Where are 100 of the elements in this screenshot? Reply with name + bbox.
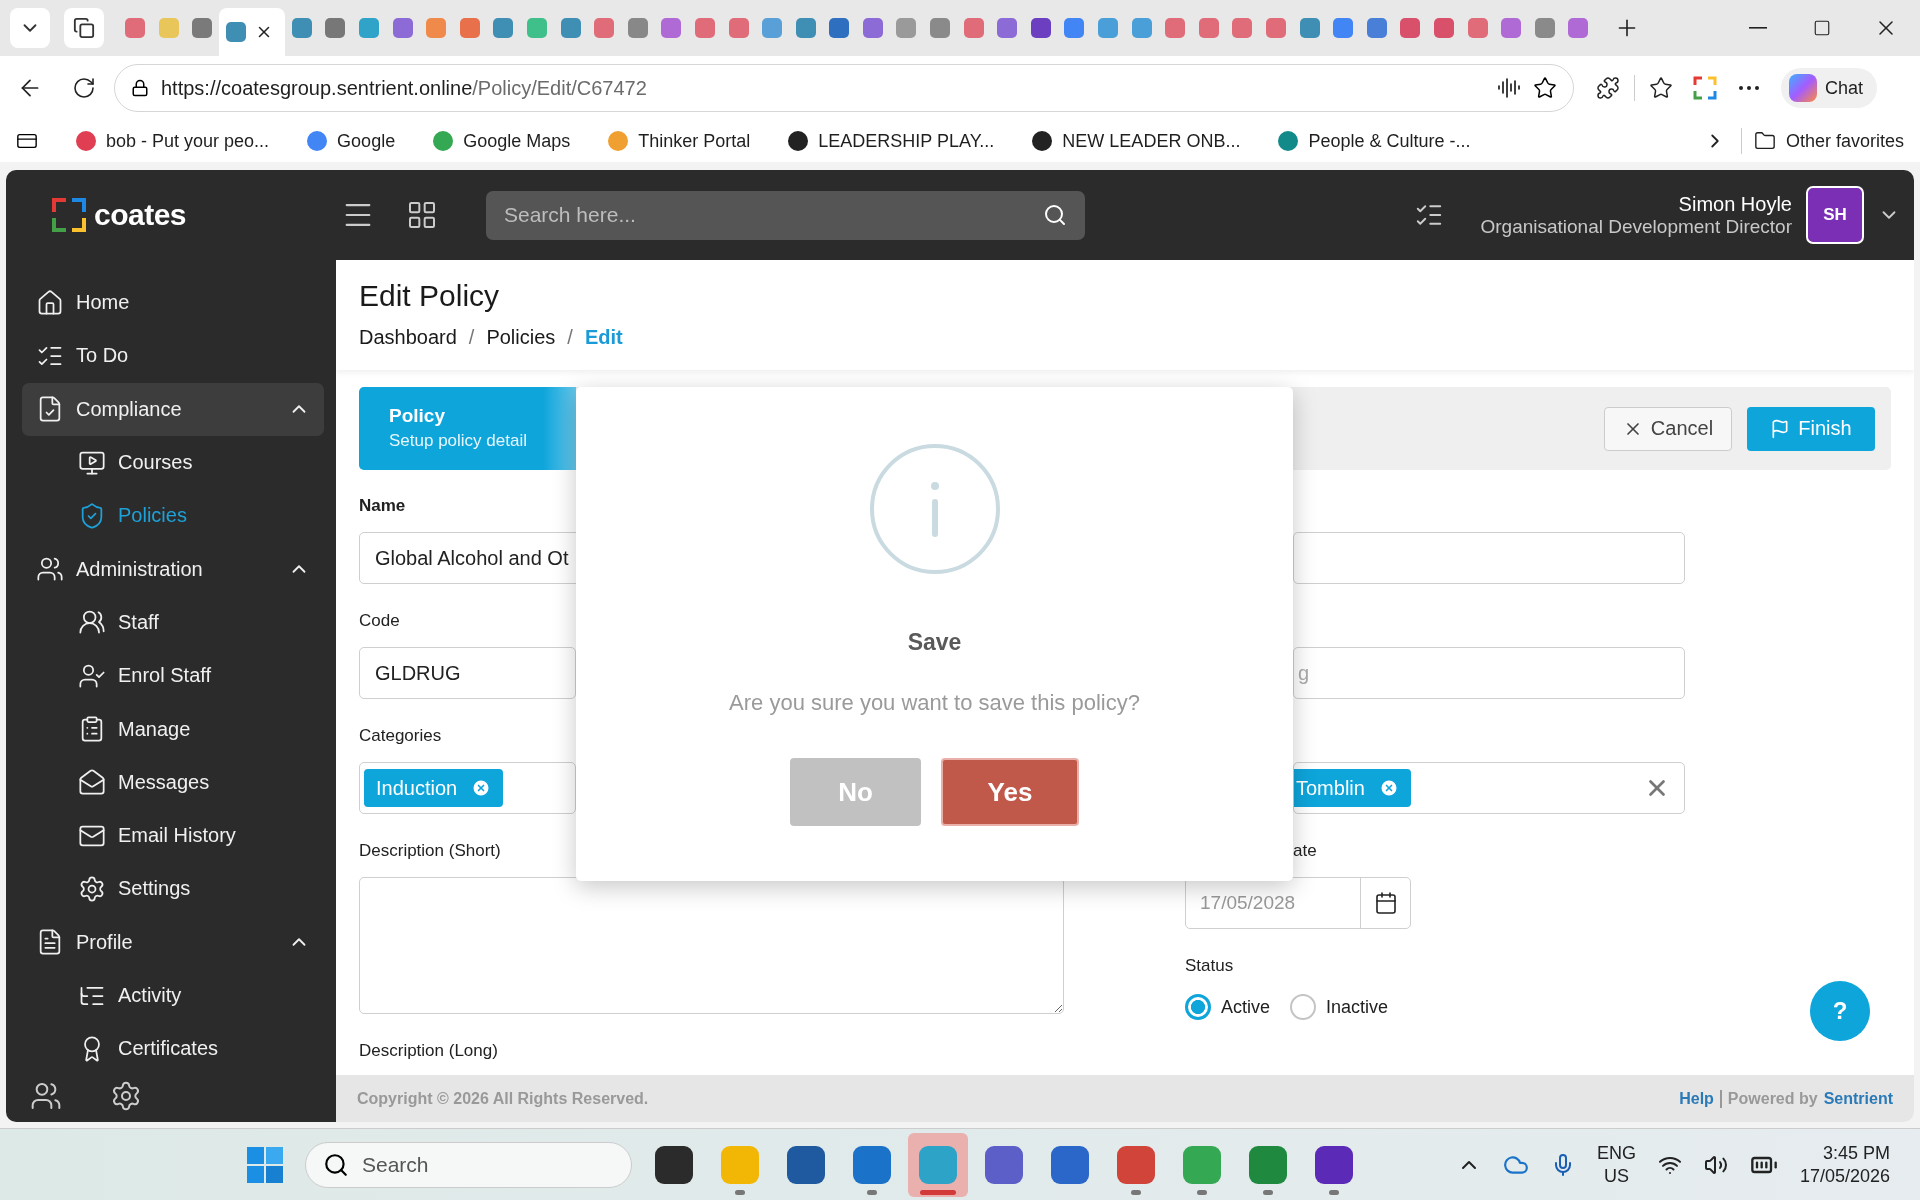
- read-aloud-icon[interactable]: [1497, 76, 1521, 100]
- cancel-button[interactable]: Cancel: [1604, 406, 1732, 451]
- radio-option[interactable]: Active: [1185, 994, 1271, 1020]
- chat-button[interactable]: Chat: [1781, 68, 1878, 108]
- browser-tab[interactable]: [218, 8, 285, 56]
- user-name: Simon Hoyle: [1678, 192, 1792, 216]
- field-label: Description (Short): [359, 841, 501, 861]
- sidebar-item[interactable]: Administration: [22, 542, 324, 596]
- date-field[interactable]: 17/05/2028: [1185, 877, 1411, 929]
- home-icon: [36, 288, 64, 317]
- logo-icon: [52, 198, 86, 232]
- running-indicator: [920, 1189, 956, 1195]
- star-icon[interactable]: [1533, 76, 1557, 100]
- grid-icon: [406, 199, 438, 231]
- tag-chip: Induction: [364, 769, 504, 807]
- running-indicator: [867, 1189, 877, 1195]
- bookmark[interactable]: LEADERSHIP PLAY...: [780, 126, 1003, 156]
- bookmark[interactable]: NEW LEADER ONB...: [1024, 126, 1249, 156]
- sidebar-item[interactable]: Messages: [22, 755, 324, 809]
- field-label: Code: [359, 611, 400, 631]
- tab-actions-button[interactable]: [10, 8, 50, 48]
- sidebar-item[interactable]: Staff: [22, 595, 324, 650]
- bookmark[interactable]: People & Culture -...: [1270, 126, 1479, 156]
- input-field[interactable]: GLDRUG: [359, 647, 576, 699]
- sidebar-item[interactable]: Activity: [22, 968, 324, 1023]
- field-label: Description (Long): [359, 1041, 498, 1061]
- sidebar-item[interactable]: Compliance: [22, 382, 324, 436]
- field-label: ate: [1293, 841, 1317, 861]
- workspaces-button[interactable]: [64, 8, 104, 48]
- collections-icon: [1692, 75, 1718, 101]
- tag-chip: Tomblin: [1294, 769, 1411, 807]
- address-bar[interactable]: https://coatesgroup.sentrient.online/Policy/Edit/C67472: [114, 64, 1574, 112]
- radio-icon[interactable]: [1290, 994, 1317, 1020]
- sidebar-item[interactable]: Certificates: [22, 1022, 324, 1076]
- sidebar-item[interactable]: Email History: [22, 808, 324, 863]
- breadcrumb-link[interactable]: Dashboard: [359, 326, 457, 349]
- sidebar-item[interactable]: Settings: [22, 862, 324, 916]
- radio-option[interactable]: Inactive: [1290, 994, 1389, 1020]
- user-role: Organisational Development Director: [1480, 215, 1792, 238]
- star-icon: [1649, 76, 1673, 100]
- users-icon[interactable]: [30, 1080, 62, 1112]
- sidebar-item[interactable]: Profile: [22, 915, 324, 969]
- input-field[interactable]: [1293, 532, 1685, 584]
- flag-icon: [1770, 418, 1791, 439]
- user-avatar[interactable]: SH: [1806, 186, 1864, 244]
- sidebar-item[interactable]: Enrol Staff: [22, 649, 324, 703]
- minimize-icon: [1749, 27, 1767, 29]
- sidebar-item[interactable]: Home: [22, 276, 324, 330]
- copilot-icon: [1789, 74, 1817, 102]
- confirm-button[interactable]: Yes: [941, 758, 1079, 826]
- other-favorites[interactable]: Other favorites: [1745, 126, 1912, 156]
- running-indicator: [1263, 1189, 1273, 1195]
- field-label: Status: [1185, 956, 1234, 976]
- sidebar-item[interactable]: Courses: [22, 435, 324, 490]
- field-label: Name: [359, 496, 406, 516]
- copy-icon: [73, 17, 95, 39]
- refresh-icon: [72, 76, 96, 100]
- sidebar-item[interactable]: To Do: [22, 329, 324, 383]
- settings-icon[interactable]: [110, 1080, 142, 1112]
- start-icon[interactable]: [245, 1144, 285, 1185]
- field-label: Categories: [359, 726, 442, 746]
- breadcrumb-link[interactable]: Policies: [486, 326, 556, 349]
- step-subtitle: Setup policy detail: [389, 431, 528, 451]
- brand-name: coates: [94, 198, 187, 232]
- brand-link[interactable]: Sentrient: [1823, 1089, 1893, 1108]
- step-title: Policy: [389, 405, 446, 427]
- input-field[interactable]: g: [1293, 647, 1685, 699]
- search-field[interactable]: Search here...: [486, 190, 1085, 240]
- radio-icon[interactable]: [1185, 994, 1211, 1020]
- puzzle-icon: [1596, 76, 1620, 100]
- info-icon: [868, 443, 1001, 575]
- dialog-title: Save: [907, 628, 962, 656]
- remove-icon[interactable]: [1378, 778, 1399, 798]
- calendar-icon: [1373, 891, 1398, 915]
- bookmark[interactable]: Thinker Portal: [600, 126, 759, 156]
- sidebar-item[interactable]: Manage: [22, 702, 324, 756]
- running-indicator: [1329, 1189, 1339, 1195]
- help-link[interactable]: Help: [1679, 1089, 1714, 1108]
- breadcrumb-separator: /: [567, 326, 573, 349]
- powered-by-text: Powered by: [1719, 1089, 1818, 1108]
- bookmark[interactable]: Google Maps: [425, 126, 579, 156]
- bookmark[interactable]: Google: [299, 126, 404, 156]
- breadcrumb-separator: /: [468, 326, 475, 349]
- ellipsis-icon: [1739, 86, 1759, 90]
- envelope-open-icon: [78, 768, 106, 797]
- page-title: Edit Policy: [359, 278, 501, 314]
- lock-icon: [131, 79, 149, 97]
- restore-icon: [1813, 19, 1831, 37]
- running-indicator: [1197, 1189, 1207, 1195]
- language-indicator[interactable]: ENG US: [1596, 1141, 1636, 1188]
- running-indicator: [1131, 1189, 1141, 1195]
- taskbar-search-field[interactable]: Search: [305, 1141, 632, 1188]
- remove-icon[interactable]: [471, 778, 492, 798]
- dialog-message: Are you sure you want to save this policy?: [729, 689, 1140, 717]
- clock[interactable]: 3:45 PM 17/05/2026: [1799, 1141, 1890, 1188]
- folder-icon: [1753, 130, 1776, 152]
- sidebar-item[interactable]: Policies: [22, 489, 324, 543]
- search-icon[interactable]: [1043, 203, 1067, 227]
- url-path: /Policy/Edit/C67472: [472, 76, 647, 100]
- bookmark[interactable]: bob - Put your peo...: [68, 126, 278, 156]
